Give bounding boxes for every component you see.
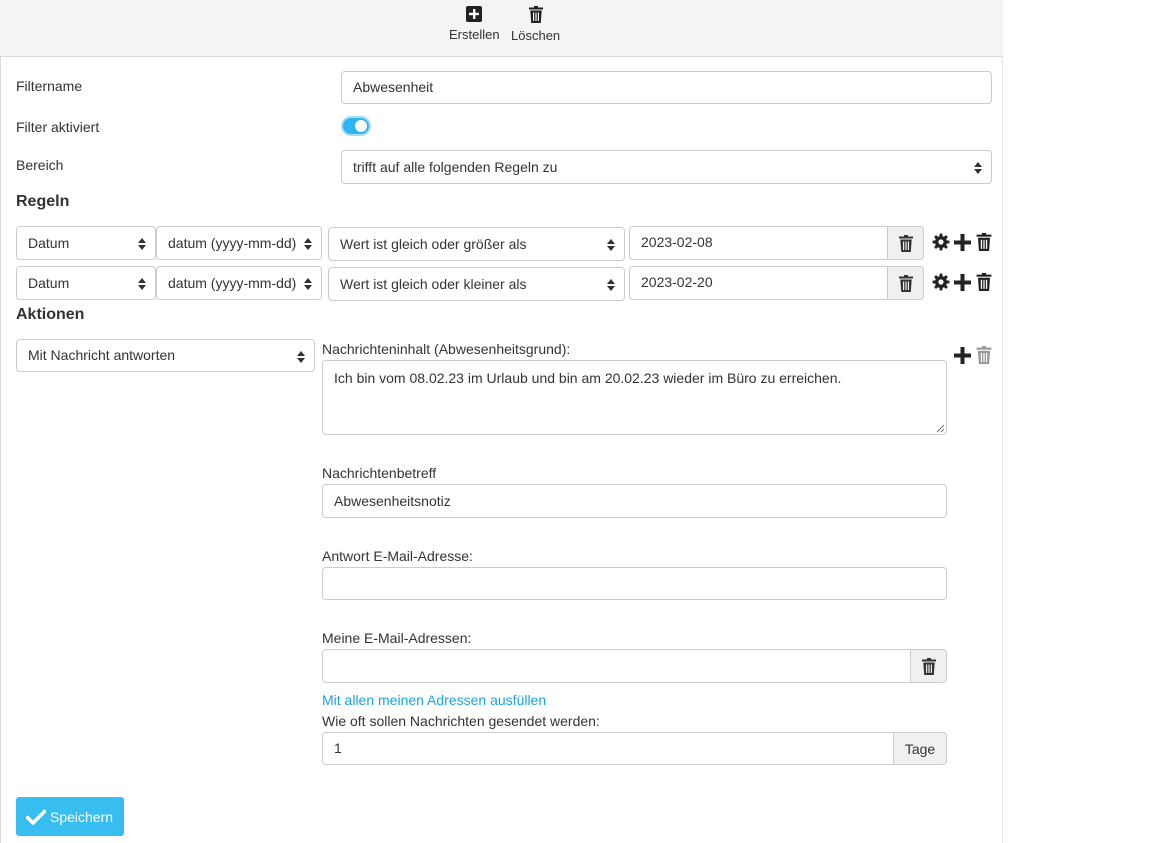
rule-field-value: Datum (28, 235, 70, 251)
subject-input[interactable]: Abwesenheitsnotiz (322, 484, 947, 518)
rule-operator-select[interactable]: Wert ist gleich oder größer als (328, 227, 625, 261)
filtername-label: Filtername (16, 78, 83, 94)
action-delete-button[interactable] (976, 346, 992, 364)
trash-icon (921, 657, 936, 675)
plus-square-icon (466, 6, 483, 22)
create-button[interactable]: Erstellen (449, 6, 500, 42)
select-arrows-icon (974, 162, 982, 174)
action-add-button[interactable] (954, 346, 971, 364)
rule-field-select[interactable]: Datum (16, 226, 156, 260)
trash-icon (898, 234, 913, 252)
reply-address-label: Antwort E-Mail-Adresse: (322, 548, 473, 564)
select-arrows-icon (138, 238, 146, 250)
rule-value-clear-button[interactable] (887, 226, 924, 260)
rule-format-select[interactable]: datum (yyyy-mm-dd) (156, 266, 322, 300)
select-arrows-icon (138, 278, 146, 290)
rule-value-clear-button[interactable] (887, 266, 924, 300)
gear-icon (932, 233, 950, 251)
rule-field-select[interactable]: Datum (16, 266, 156, 300)
plus-icon (954, 346, 971, 364)
subject-label: Nachrichtenbetreff (322, 465, 437, 481)
select-arrows-icon (297, 351, 305, 363)
action-type-select[interactable]: Mit Nachricht antworten (16, 339, 315, 372)
rule-settings-button[interactable] (932, 233, 950, 251)
filter-enabled-toggle[interactable] (341, 116, 371, 136)
create-button-label: Erstellen (449, 27, 500, 42)
scope-select-value: trifft auf alle folgenden Regeln zu (353, 159, 558, 175)
trash-icon (976, 346, 992, 364)
rule-format-select[interactable]: datum (yyyy-mm-dd) (156, 226, 322, 260)
filter-enabled-label: Filter aktiviert (16, 119, 100, 135)
rule-delete-button[interactable] (976, 273, 992, 291)
select-arrows-icon (304, 238, 312, 250)
frequency-unit-addon: Tage (893, 732, 947, 765)
trash-icon (898, 274, 913, 292)
toggle-knob (355, 120, 367, 132)
message-textarea[interactable]: Ich bin vom 08.02.23 im Urlaub und bin a… (322, 360, 947, 435)
actions-heading: Aktionen (16, 306, 85, 323)
reply-address-input[interactable] (322, 567, 947, 600)
rule-add-button[interactable] (954, 233, 971, 251)
my-addresses-input[interactable] (322, 649, 912, 683)
rule-field-value: Datum (28, 275, 70, 291)
message-label: Nachrichteninhalt (Abwesenheitsgrund): (322, 341, 571, 357)
scope-label: Bereich (16, 157, 64, 173)
frequency-label: Wie oft sollen Nachrichten gesendet werd… (322, 713, 600, 729)
plus-icon (954, 233, 971, 251)
trash-icon (976, 233, 992, 251)
rules-heading: Regeln (16, 193, 70, 210)
select-arrows-icon (607, 279, 615, 291)
delete-button[interactable]: Löschen (511, 6, 560, 43)
rule-delete-button[interactable] (976, 233, 992, 251)
select-arrows-icon (304, 278, 312, 290)
fill-all-addresses-link[interactable]: Mit allen meinen Adressen ausfüllen (322, 692, 546, 708)
trash-icon (976, 273, 992, 291)
rule-format-value: datum (yyyy-mm-dd) (168, 275, 297, 291)
rule-value-input[interactable]: 2023-02-20 (629, 266, 889, 300)
check-icon (26, 809, 46, 825)
rule-settings-button[interactable] (932, 273, 950, 291)
my-addresses-label: Meine E-Mail-Adressen: (322, 630, 472, 646)
resize-handle-icon[interactable] (936, 424, 945, 433)
rule-operator-select[interactable]: Wert ist gleich oder kleiner als (328, 267, 625, 301)
scope-select[interactable]: trifft auf alle folgenden Regeln zu (341, 150, 992, 184)
select-arrows-icon (607, 239, 615, 251)
filtername-input[interactable]: Abwesenheit (341, 71, 992, 104)
toolbar: Erstellen Löschen (0, 0, 1003, 57)
rule-add-button[interactable] (954, 273, 971, 291)
save-button[interactable]: Speichern (16, 797, 124, 836)
delete-button-label: Löschen (511, 28, 561, 43)
plus-icon (954, 273, 971, 291)
save-button-label: Speichern (50, 808, 114, 825)
rule-format-value: datum (yyyy-mm-dd) (168, 235, 297, 251)
rule-operator-value: Wert ist gleich oder größer als (340, 236, 527, 252)
my-addresses-clear-button[interactable] (910, 649, 947, 683)
rule-value-input[interactable]: 2023-02-08 (629, 226, 889, 260)
action-type-value: Mit Nachricht antworten (28, 347, 176, 363)
gear-icon (932, 273, 950, 291)
rule-operator-value: Wert ist gleich oder kleiner als (340, 276, 527, 292)
frequency-input[interactable]: 1 (322, 732, 895, 765)
trash-icon (528, 6, 543, 23)
